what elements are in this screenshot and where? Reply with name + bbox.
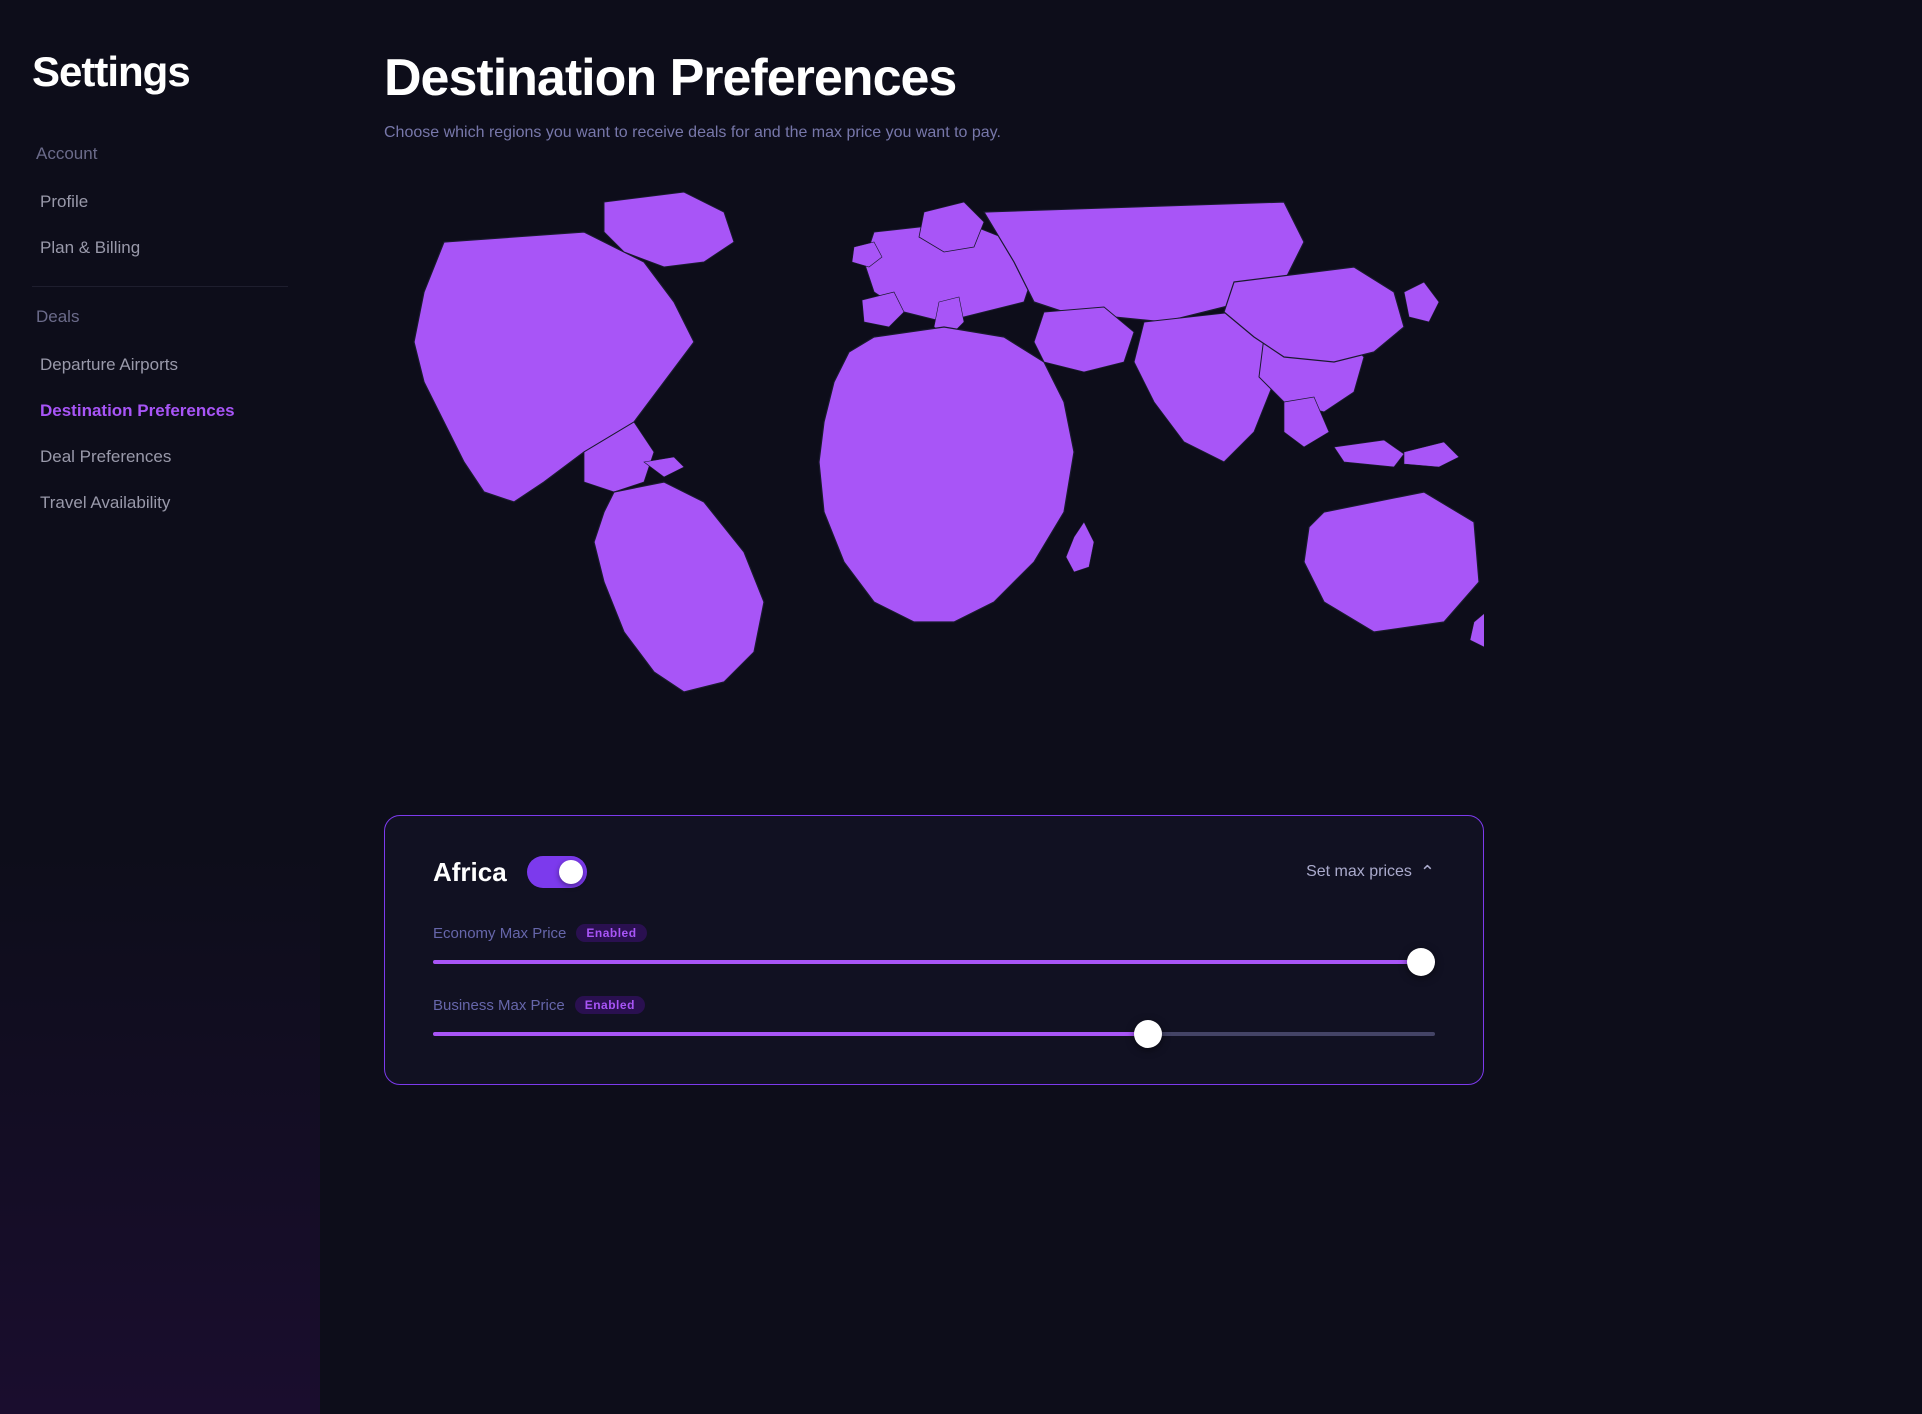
toggle-track [527,856,587,888]
world-map[interactable] [384,182,1484,767]
africa-region-label: Africa [433,857,507,888]
sidebar-section-deals: Deals [32,307,288,327]
sidebar-title: Settings [32,48,288,96]
business-slider-knob[interactable] [1134,1020,1162,1048]
business-price-section: Business Max Price Enabled [433,996,1435,1036]
economy-slider-track[interactable] [433,960,1435,964]
economy-price-label: Economy Max Price Enabled [433,924,1435,942]
africa-card-header: Africa Set max prices ⌃ [433,856,1435,888]
sidebar-item-deal-preferences[interactable]: Deal Preferences [32,435,288,479]
chevron-up-icon: ⌃ [1420,862,1435,883]
africa-card: Africa Set max prices ⌃ Economy Max Pric… [384,815,1484,1085]
sidebar-item-profile[interactable]: Profile [32,180,288,224]
sidebar-item-departure-airports[interactable]: Departure Airports [32,343,288,387]
set-max-prices-label: Set max prices [1306,863,1412,881]
africa-label-row: Africa [433,856,587,888]
sidebar-divider [32,286,288,287]
business-price-label: Business Max Price Enabled [433,996,1435,1014]
sidebar: Settings Account Profile Plan & Billing … [0,0,320,1414]
toggle-knob [559,860,583,884]
main-content: Destination Preferences Choose which reg… [320,0,1922,1414]
economy-slider-knob[interactable] [1407,948,1435,976]
sidebar-item-plan-billing[interactable]: Plan & Billing [32,226,288,270]
sidebar-item-destination-preferences[interactable]: Destination Preferences [32,389,288,433]
page-title: Destination Preferences [384,48,1858,108]
economy-price-section: Economy Max Price Enabled [433,924,1435,964]
business-slider-track[interactable] [433,1032,1435,1036]
business-price-badge: Enabled [575,996,645,1014]
sidebar-section-account: Account [32,144,288,164]
africa-toggle[interactable] [527,856,587,888]
sidebar-item-travel-availability[interactable]: Travel Availability [32,481,288,525]
set-max-prices-button[interactable]: Set max prices ⌃ [1306,862,1435,883]
page-subtitle: Choose which regions you want to receive… [384,124,1858,142]
economy-price-badge: Enabled [576,924,646,942]
